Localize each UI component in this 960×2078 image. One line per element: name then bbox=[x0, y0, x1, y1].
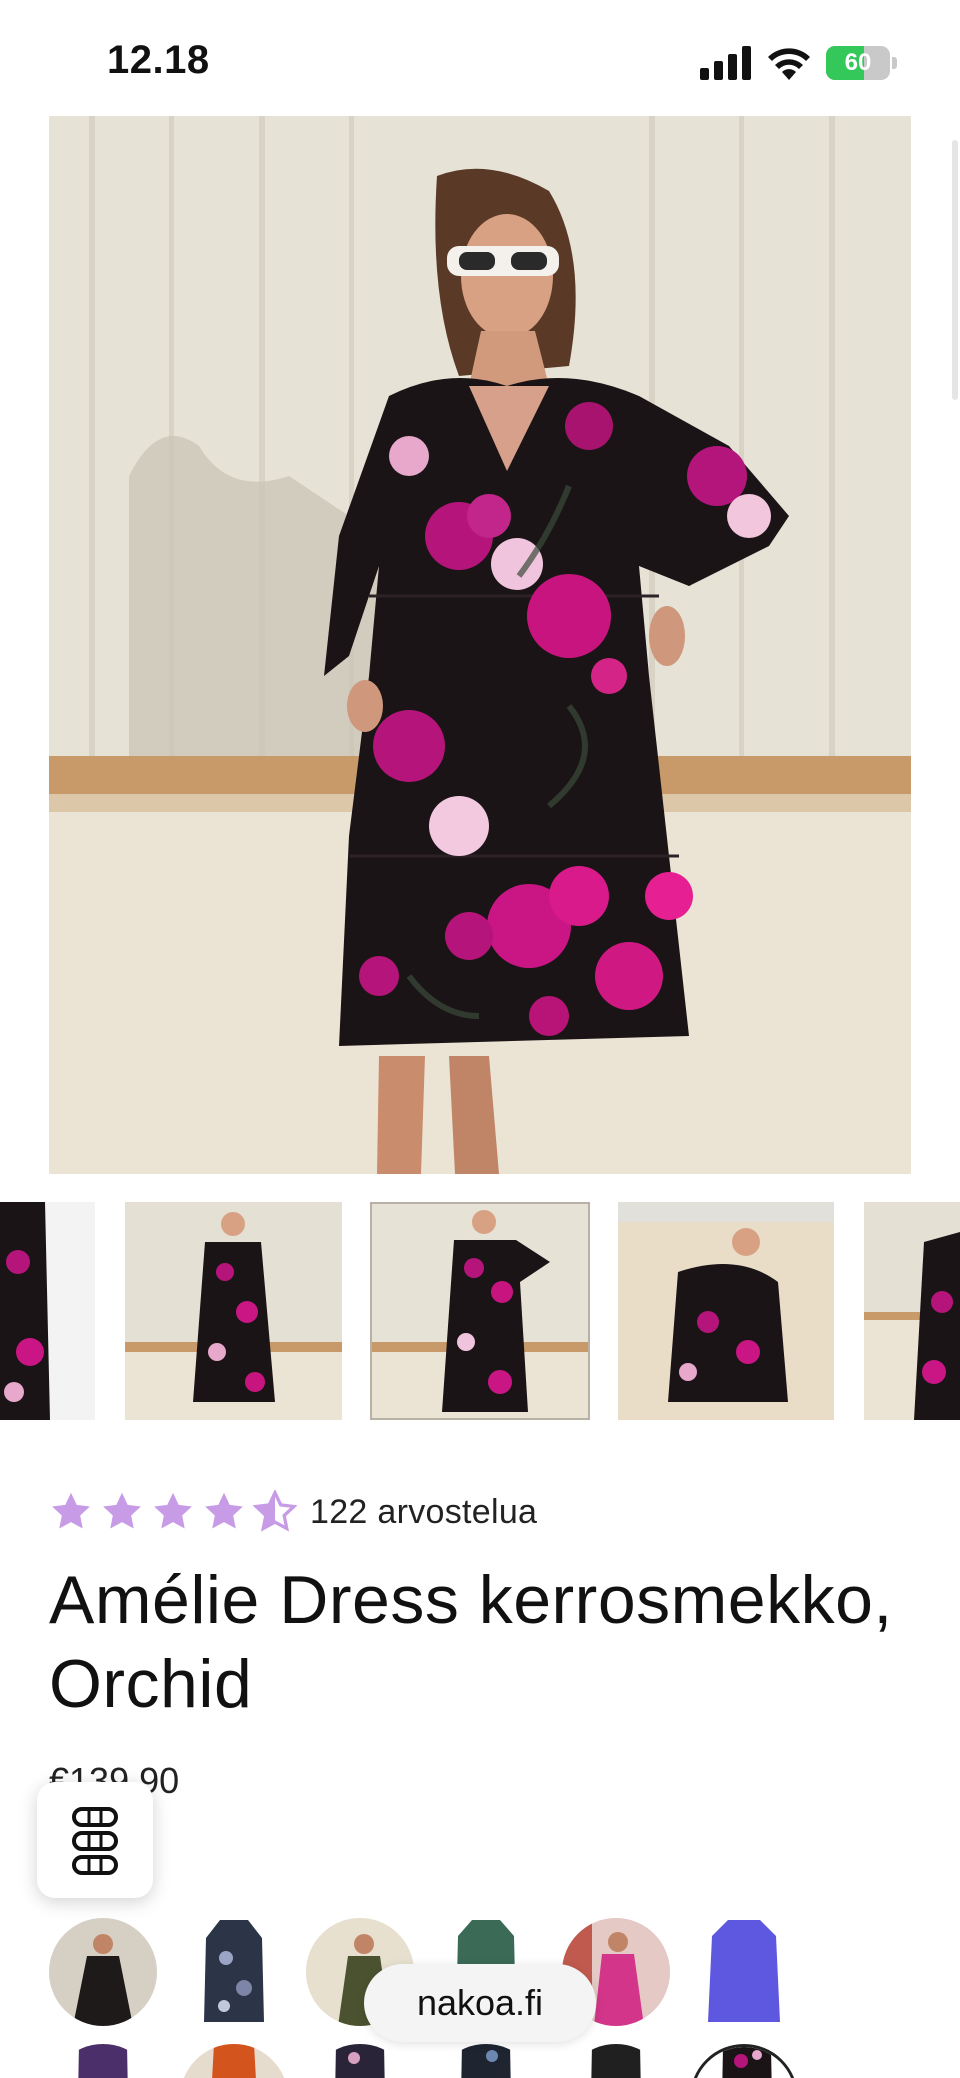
star-full-icon bbox=[103, 1492, 141, 1529]
stacked-menu-icon bbox=[72, 1807, 118, 1875]
variant-swatch[interactable] bbox=[432, 2044, 540, 2078]
status-bar: 12.18 60 bbox=[0, 0, 960, 120]
battery-charging-icon: 60 bbox=[826, 46, 897, 80]
product-thumbnail[interactable] bbox=[0, 1202, 95, 1420]
product-main-image[interactable] bbox=[49, 116, 911, 1174]
product-thumbnail[interactable] bbox=[864, 1202, 960, 1420]
variant-swatch[interactable] bbox=[49, 1918, 157, 2026]
scroll-indicator bbox=[952, 140, 958, 400]
cellular-signal-icon bbox=[700, 46, 751, 80]
star-full-icon bbox=[205, 1492, 243, 1529]
battery-level: 60 bbox=[844, 49, 872, 76]
variant-swatch[interactable] bbox=[690, 1918, 798, 2026]
product-thumbnail[interactable] bbox=[125, 1202, 342, 1420]
wifi-icon bbox=[768, 48, 810, 80]
product-thumbnail-selected[interactable] bbox=[370, 1202, 590, 1420]
floating-menu-button[interactable] bbox=[37, 1782, 153, 1898]
variant-swatch[interactable] bbox=[562, 2044, 670, 2078]
variant-swatch[interactable] bbox=[180, 1918, 288, 2026]
variant-swatch-selected[interactable] bbox=[690, 2044, 798, 2078]
product-thumbnail-strip bbox=[0, 1202, 960, 1420]
variant-swatch[interactable] bbox=[180, 2044, 288, 2078]
product-title: Amélie Dress kerrosmekko, Orchid bbox=[49, 1562, 893, 1722]
variant-swatch[interactable] bbox=[49, 2044, 157, 2078]
star-half-icon bbox=[253, 1490, 297, 1532]
product-thumbnail[interactable] bbox=[618, 1202, 834, 1420]
star-full-icon bbox=[52, 1492, 90, 1529]
browser-url-bar[interactable]: nakoa.fi bbox=[364, 1964, 596, 2042]
variant-swatch[interactable] bbox=[306, 2044, 414, 2078]
status-time: 12.18 bbox=[107, 38, 210, 82]
review-count[interactable]: 122 arvostelua bbox=[310, 1493, 537, 1532]
product-rating[interactable]: 122 arvostelua bbox=[49, 1488, 537, 1536]
star-full-icon bbox=[154, 1492, 192, 1529]
